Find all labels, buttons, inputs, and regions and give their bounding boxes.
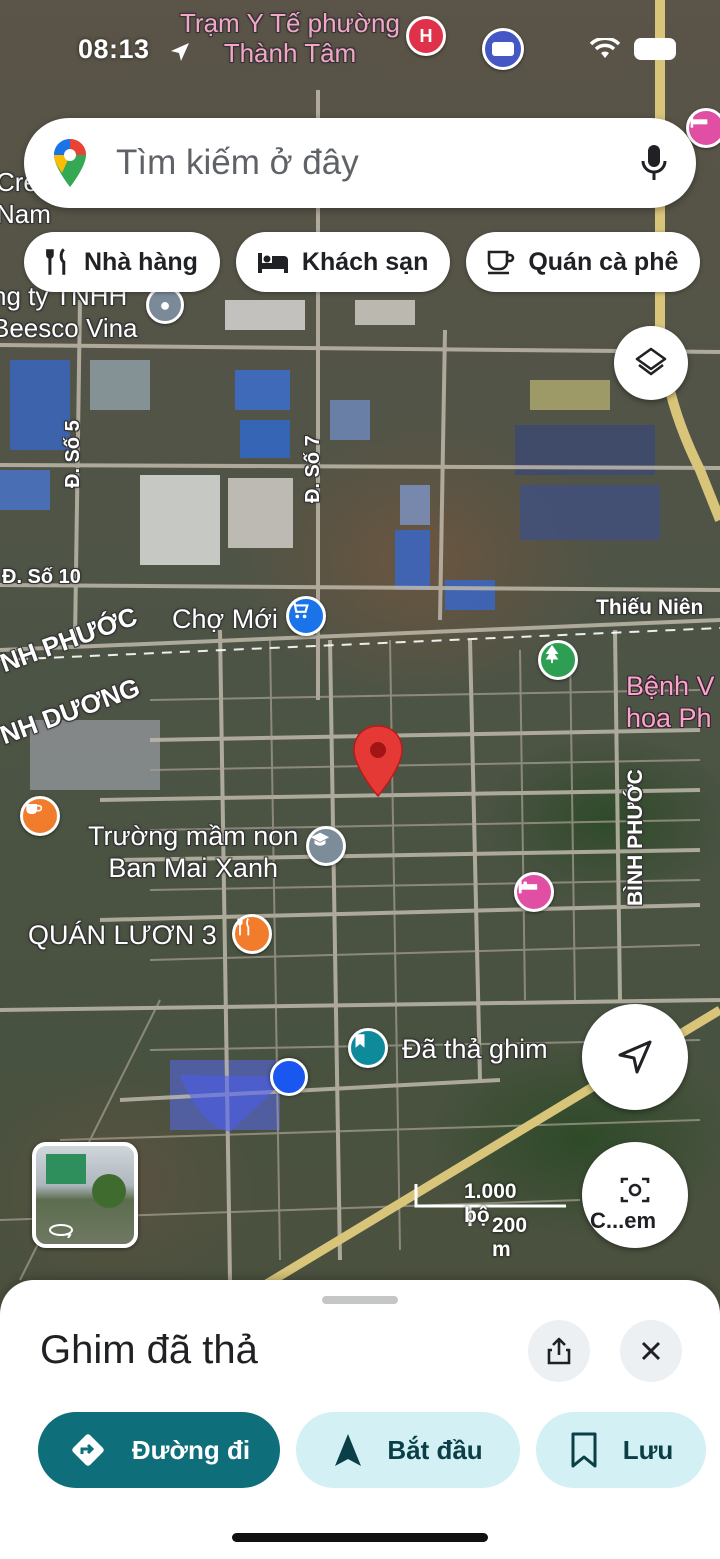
- layers-button[interactable]: [614, 326, 688, 400]
- school-icon[interactable]: [306, 826, 346, 866]
- maps-pin-logo-icon: [54, 139, 86, 187]
- label-restaurant[interactable]: QUÁN LƯƠN 3: [28, 920, 217, 951]
- rotate-360-icon: [49, 1224, 73, 1238]
- directions-button[interactable]: Đường đi: [38, 1412, 280, 1488]
- hospital-icon[interactable]: H: [406, 16, 446, 56]
- restaurant-icon[interactable]: [232, 914, 272, 954]
- speed-limit-icon: [482, 28, 524, 70]
- street-view-tree: [92, 1174, 126, 1208]
- close-icon: [641, 1341, 661, 1361]
- directions-label: Đường đi: [131, 1434, 251, 1465]
- location-arrow-icon: [171, 43, 189, 61]
- navigation-arrow-outline-icon: [618, 1040, 652, 1074]
- status-time: 08:13: [78, 34, 150, 64]
- battery-icon: [634, 38, 676, 60]
- close-button[interactable]: [620, 1320, 682, 1382]
- chip-label: Quán cà phê: [528, 247, 679, 276]
- coffee-cup-icon: [488, 250, 515, 275]
- chip-cafes[interactable]: Quán cà phê: [466, 232, 701, 292]
- park-icon[interactable]: [538, 640, 578, 680]
- coffee-cup-icon[interactable]: [20, 796, 60, 836]
- share-icon: [547, 1337, 571, 1365]
- my-location-button[interactable]: [582, 1004, 688, 1110]
- label-health-station[interactable]: Trạm Y Tế phường Thành Tâm: [180, 8, 400, 68]
- scale-m-label: 200 m: [492, 1214, 528, 1261]
- navigation-arrow-icon: [335, 1434, 362, 1466]
- fork-knife-icon: [46, 248, 66, 275]
- search-input[interactable]: Tìm kiếm ở đây: [116, 143, 640, 183]
- lens-label: C...em: [590, 1208, 657, 1233]
- layers-icon: [635, 347, 667, 376]
- label-road-so10: Đ. Số 10: [2, 566, 81, 588]
- status-icons: [590, 38, 676, 60]
- chip-restaurants[interactable]: Nhà hàng: [24, 232, 220, 292]
- chip-hotels[interactable]: Khách sạn: [235, 232, 451, 292]
- save-label: Lưu: [622, 1434, 674, 1465]
- share-button[interactable]: [528, 1320, 590, 1382]
- microphone-icon[interactable]: [640, 143, 668, 183]
- start-label: Bắt đầu: [387, 1434, 483, 1465]
- chip-label: Khách sạn: [301, 247, 429, 276]
- label-school[interactable]: Trường mầm non Ban Mai Xanh: [88, 820, 298, 884]
- home-indicator[interactable]: [232, 1533, 488, 1542]
- save-button[interactable]: Lưu: [536, 1412, 706, 1488]
- label-saved-pin[interactable]: Đã thả ghim: [402, 1034, 548, 1065]
- drag-handle[interactable]: [322, 1296, 398, 1304]
- shopping-cart-icon[interactable]: [286, 596, 326, 636]
- directions-icon: [72, 1434, 104, 1466]
- label-road-so7: Đ. Số 7: [302, 435, 324, 503]
- lens-button[interactable]: C...em: [582, 1142, 688, 1248]
- label-road-so5: Đ. Số 5: [62, 420, 84, 488]
- camera-lens-icon: [620, 1177, 650, 1203]
- dropped-pin-icon[interactable]: [352, 724, 404, 798]
- bed-icon: [257, 253, 288, 273]
- wifi-icon: [590, 38, 620, 58]
- street-view-sign: [46, 1154, 86, 1184]
- label-hospital[interactable]: Bệnh V hoa Ph: [626, 670, 715, 734]
- place-title: Ghim đã thả: [40, 1328, 258, 1372]
- label-market[interactable]: Chợ Mới: [172, 604, 278, 635]
- bookmark-pin-icon[interactable]: [348, 1028, 388, 1068]
- start-button[interactable]: Bắt đầu: [296, 1412, 520, 1488]
- category-chips: Nhà hàng Khách sạn Quán cà phê: [24, 232, 701, 292]
- search-bar[interactable]: Tìm kiếm ở đây: [24, 118, 696, 208]
- chip-label: Nhà hàng: [84, 247, 198, 276]
- place-bottom-sheet[interactable]: Ghim đã thả Đường đi Bắt đầu Lưu: [0, 1280, 720, 1559]
- current-location-dot: [270, 1058, 308, 1096]
- label-road-binh-phuoc: BÌNH PHƯỚC: [624, 769, 647, 906]
- bookmark-icon: [571, 1432, 597, 1468]
- street-view-thumbnail[interactable]: [32, 1142, 138, 1248]
- hotel-icon[interactable]: [514, 872, 554, 912]
- label-thieu-nien: Thiếu Niên: [596, 596, 704, 619]
